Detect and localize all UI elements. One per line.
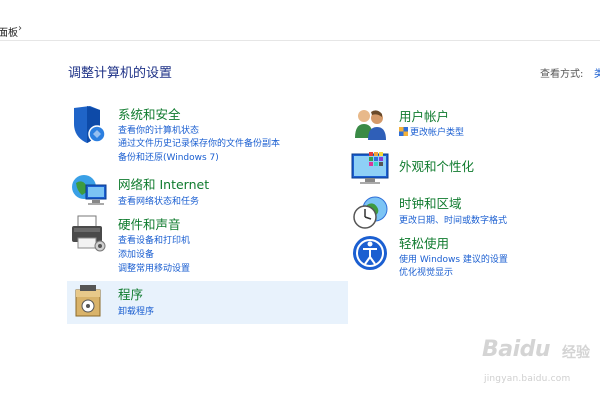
network-link[interactable]: 查看网络状态和任务 xyxy=(118,194,199,207)
clock-globe-icon xyxy=(353,196,388,229)
uac-shield-icon xyxy=(399,127,408,136)
program-box-icon xyxy=(75,285,101,317)
globe-network-icon xyxy=(72,175,107,205)
user-accounts-link-label: 更改帐户类型 xyxy=(410,128,465,138)
hardware-link[interactable]: 查看设备和打印机 xyxy=(118,233,190,246)
ease-access-title[interactable]: 轻松使用 xyxy=(399,233,449,252)
programs-hover-highlight xyxy=(67,281,348,324)
shield-icon xyxy=(74,106,106,143)
watermark-logo: Baidu xyxy=(482,337,551,362)
hardware-link[interactable]: 调整常用移动设置 xyxy=(118,261,190,274)
users-icon xyxy=(355,110,386,140)
programs-link[interactable]: 卸载程序 xyxy=(118,304,154,317)
monitor-palette-icon xyxy=(351,152,389,184)
baidu-watermark: Baidu 经验 jingyan.baidu.com xyxy=(470,325,600,400)
watermark-text: 经验 xyxy=(562,345,590,361)
chevron-right-icon[interactable]: › xyxy=(18,23,22,34)
system-security-link[interactable]: 备份和还原(Windows 7) xyxy=(118,150,219,163)
network-title[interactable]: 网络和 Internet xyxy=(118,174,209,193)
clock-region-title[interactable]: 时钟和区域 xyxy=(399,193,462,212)
view-by-label: 查看方式: xyxy=(540,69,584,80)
watermark-url: jingyan.baidu.com xyxy=(484,374,571,384)
clock-region-link[interactable]: 更改日期、时间或数字格式 xyxy=(399,213,507,226)
appearance-title[interactable]: 外观和个性化 xyxy=(399,156,474,175)
system-security-title[interactable]: 系统和安全 xyxy=(118,104,181,123)
system-security-link[interactable]: 通过文件历史记录保存你的文件备份副本 xyxy=(118,136,280,149)
hardware-title[interactable]: 硬件和声音 xyxy=(118,214,181,233)
printer-icon xyxy=(72,215,106,252)
system-security-link[interactable]: 查看你的计算机状态 xyxy=(118,123,199,136)
view-by-dropdown[interactable]: 类 xyxy=(594,65,600,80)
address-bar[interactable]: 面板 › xyxy=(0,20,600,41)
ease-access-link[interactable]: 优化视觉显示 xyxy=(399,265,453,278)
hardware-link[interactable]: 添加设备 xyxy=(118,247,154,260)
ease-access-link[interactable]: 使用 Windows 建议的设置 xyxy=(399,252,508,265)
page-title: 调整计算机的设置 xyxy=(68,66,173,81)
programs-title[interactable]: 程序 xyxy=(118,284,143,303)
ease-of-access-icon xyxy=(353,236,387,270)
breadcrumb-item[interactable]: 面板 xyxy=(0,24,18,39)
user-accounts-link[interactable]: 更改帐户类型 xyxy=(399,125,464,138)
user-accounts-title[interactable]: 用户帐户 xyxy=(399,106,449,125)
